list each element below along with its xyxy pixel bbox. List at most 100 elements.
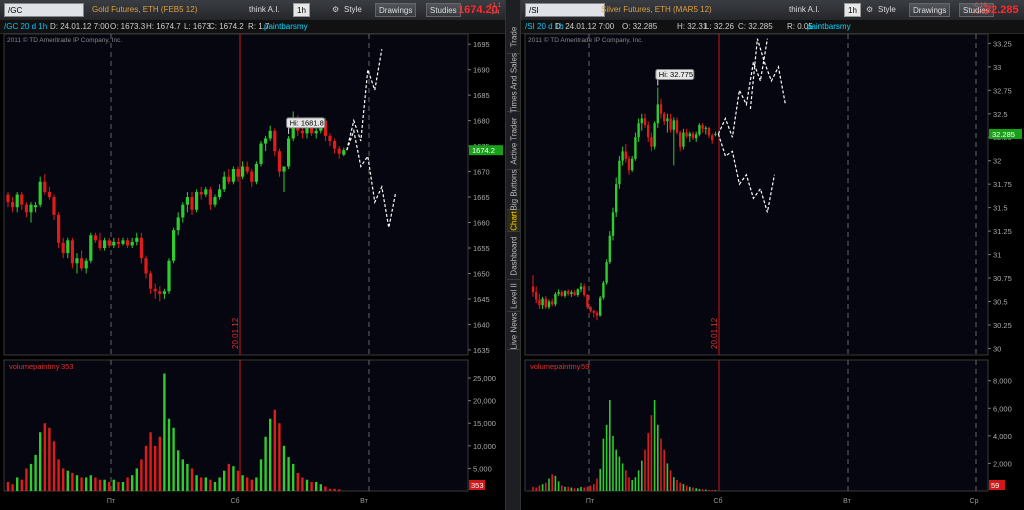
candle-body bbox=[130, 241, 134, 246]
price-tick-label: 32 bbox=[993, 157, 1001, 166]
chart-panel-gold: /GC Gold Futures, ETH (FEB5 12) think A.I.… bbox=[0, 0, 505, 510]
volume-bar bbox=[682, 484, 685, 491]
candle-body bbox=[245, 166, 249, 172]
candle-body bbox=[675, 120, 679, 133]
side-tab-big-buttons[interactable]: Big Buttons bbox=[507, 169, 520, 210]
side-tab-times-and-sales[interactable]: Times And Sales bbox=[507, 53, 520, 112]
volume-bar bbox=[711, 490, 713, 491]
candle-body bbox=[659, 104, 663, 114]
candle-body bbox=[300, 130, 304, 134]
side-tab-label: Big Buttons bbox=[509, 169, 518, 210]
volume-study-label[interactable]: volumepaintmy bbox=[9, 362, 60, 371]
volume-bar bbox=[232, 466, 235, 491]
day-axis-label: Пт bbox=[107, 498, 116, 505]
price-tick-label: 32.5 bbox=[993, 110, 1008, 119]
volume-bar bbox=[628, 477, 630, 491]
current-price-label: 1674.2 bbox=[472, 146, 495, 155]
volume-bar bbox=[140, 459, 143, 491]
candle-body bbox=[551, 301, 554, 305]
hi-label: Hi: 1681.8 bbox=[290, 118, 324, 127]
volume-bar bbox=[94, 477, 97, 491]
candle-body bbox=[11, 202, 15, 208]
candle-body bbox=[250, 171, 254, 182]
candle-body bbox=[167, 260, 171, 292]
volume-bar bbox=[158, 436, 161, 491]
volume-study-label[interactable]: volumepaintmy bbox=[530, 362, 581, 371]
candle-body bbox=[149, 273, 153, 289]
price-tick-label: 31.25 bbox=[993, 227, 1012, 236]
side-tab-dashboard[interactable]: Dashboard bbox=[507, 232, 520, 280]
candle-body bbox=[153, 288, 157, 292]
volume-bar bbox=[634, 477, 637, 491]
copyright-text: 2011 © TD Ameritrade IP Company, Inc. bbox=[7, 36, 122, 44]
volume-bar bbox=[609, 399, 611, 491]
side-tab-trade[interactable]: Trade bbox=[507, 20, 520, 54]
side-tab-live-news[interactable]: Live News bbox=[507, 312, 520, 350]
candle-body bbox=[277, 151, 281, 172]
volume-bar bbox=[177, 450, 180, 491]
side-tab-active-trader[interactable]: Active Trader bbox=[507, 112, 520, 170]
volume-bar bbox=[269, 418, 272, 491]
chart-panel-silver: /SI Silver Futures, ETH (MAR5 12) think A.… bbox=[521, 0, 1024, 510]
side-tab-level-ii[interactable]: Level II bbox=[507, 280, 520, 312]
price-chart[interactable]: 1695169016851680167516701665166016551650… bbox=[0, 0, 505, 510]
volume-bar bbox=[557, 481, 560, 491]
candle-body bbox=[190, 197, 194, 210]
candle-body bbox=[144, 258, 148, 274]
candle-body bbox=[672, 120, 675, 130]
volume-plot-area[interactable] bbox=[3, 359, 469, 492]
volume-bar bbox=[577, 488, 579, 491]
volume-bar bbox=[301, 477, 304, 491]
candle-body bbox=[282, 166, 286, 172]
candle-body bbox=[84, 260, 88, 269]
volume-bar bbox=[11, 484, 14, 491]
candle-body bbox=[653, 123, 656, 147]
volume-bar bbox=[580, 486, 582, 491]
candle-body bbox=[181, 204, 185, 218]
candle-body bbox=[535, 292, 538, 300]
price-tick-label: 1685 bbox=[473, 91, 490, 100]
candle-body bbox=[213, 197, 217, 205]
candle-body bbox=[47, 191, 51, 198]
volume-bar bbox=[89, 475, 92, 491]
candle-body bbox=[61, 242, 65, 254]
candle-body bbox=[70, 240, 74, 264]
volume-bar bbox=[567, 486, 569, 491]
price-chart[interactable]: 33.253332.7532.532.253231.7531.531.25313… bbox=[521, 0, 1024, 510]
volume-bar bbox=[644, 449, 646, 491]
volume-plot-area[interactable] bbox=[524, 359, 989, 492]
volume-bar bbox=[255, 477, 258, 491]
price-tick-label: 31.5 bbox=[993, 204, 1008, 213]
price-tick-label: 1680 bbox=[473, 117, 490, 126]
price-plot-area[interactable] bbox=[3, 33, 469, 356]
volume-bar bbox=[602, 438, 605, 491]
candle-body bbox=[195, 191, 199, 210]
volume-bar bbox=[621, 463, 624, 491]
candle-body bbox=[135, 237, 139, 242]
volume-bar bbox=[186, 463, 189, 491]
candle-body bbox=[89, 235, 93, 261]
candle-body bbox=[66, 240, 70, 254]
volume-bar bbox=[625, 470, 627, 491]
volume-bar bbox=[172, 427, 175, 491]
price-tick-label: 1640 bbox=[473, 320, 490, 329]
volume-bar bbox=[85, 477, 88, 491]
candle-body bbox=[631, 158, 634, 171]
price-tick-label: 1660 bbox=[473, 219, 490, 228]
candle-body bbox=[599, 297, 602, 316]
candle-body bbox=[656, 104, 659, 124]
candle-body bbox=[627, 158, 631, 171]
volume-bar bbox=[701, 489, 704, 491]
price-tick-label: 1650 bbox=[473, 269, 490, 278]
volume-bar bbox=[319, 484, 322, 491]
side-tab-chart[interactable]: Chart bbox=[507, 210, 520, 232]
candle-body bbox=[264, 138, 268, 144]
volume-value-tag-label: 353 bbox=[471, 481, 484, 490]
candle-body bbox=[231, 169, 235, 182]
candle-body bbox=[650, 137, 653, 147]
date-marker-label: 20.01.12 bbox=[231, 317, 240, 349]
volume-tick-label: 5,000 bbox=[473, 464, 492, 473]
volume-bar bbox=[223, 470, 226, 491]
candle-body bbox=[611, 212, 615, 236]
candle-body bbox=[241, 166, 245, 177]
